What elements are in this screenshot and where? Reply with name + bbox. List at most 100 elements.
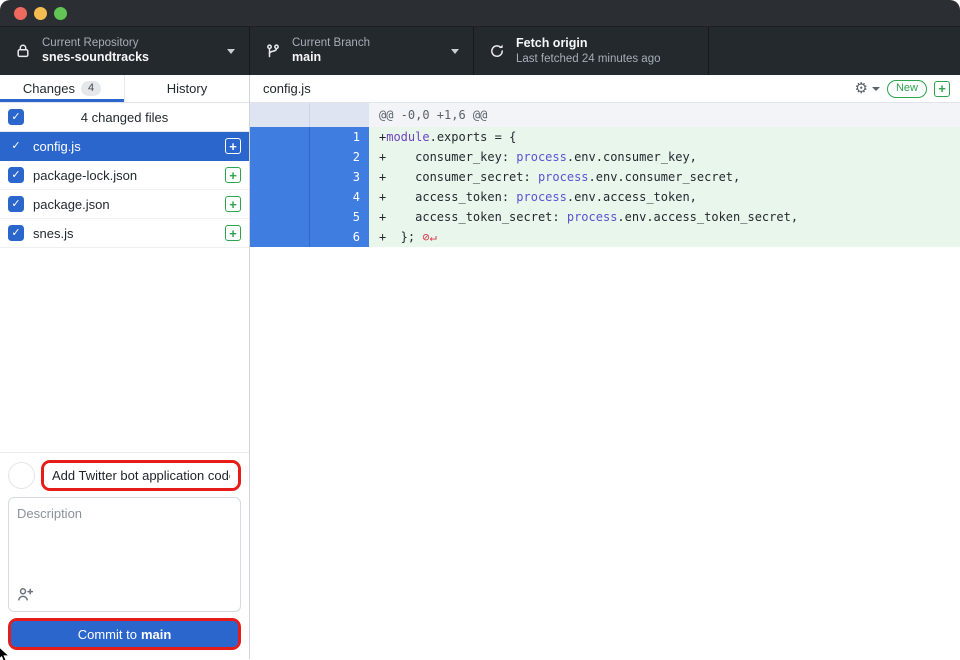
- file-row-package-lock.json[interactable]: ✓ package-lock.json+: [0, 161, 249, 190]
- main-panel: config.js ⚙ New + @@ -0,0 +1,6 @@1+modul…: [250, 75, 960, 659]
- hunk-gutter: [310, 103, 369, 127]
- diff-new-line-number[interactable]: 6: [310, 227, 369, 247]
- app-window: Current Repository snes-soundtracks Curr…: [0, 0, 960, 660]
- code-token: .env.consumer_secret,: [589, 170, 741, 184]
- diff-new-line-number[interactable]: 5: [310, 207, 369, 227]
- diff-line-2: 2+ consumer_key: process.env.consumer_ke…: [250, 147, 960, 167]
- tab-changes-label: Changes: [23, 81, 75, 96]
- diff-new-line-number[interactable]: 4: [310, 187, 369, 207]
- file-name-label: package-lock.json: [33, 168, 225, 183]
- code-token: .exports = {: [430, 130, 517, 144]
- file-checkbox[interactable]: ✓: [8, 196, 24, 212]
- code-token-kw2: process: [516, 150, 567, 164]
- minimize-button[interactable]: [34, 7, 47, 20]
- fetch-origin-button[interactable]: Fetch origin Last fetched 24 minutes ago: [474, 27, 709, 75]
- file-added-status-icon: +: [225, 225, 241, 241]
- tab-changes[interactable]: Changes 4: [0, 75, 125, 102]
- diff-line-3: 3+ consumer_secret: process.env.consumer…: [250, 167, 960, 187]
- chevron-down-icon: [872, 87, 880, 91]
- code-token: + access_token_secret:: [379, 210, 567, 224]
- branch-label: Current Branch: [292, 36, 370, 50]
- code-token: + };: [379, 230, 422, 244]
- code-token: .env.consumer_key,: [567, 150, 697, 164]
- file-checkbox[interactable]: ✓: [8, 138, 24, 154]
- code-token-kw2: process: [516, 190, 567, 204]
- diff-options-button[interactable]: ⚙: [855, 81, 880, 96]
- diff-old-line-gutter[interactable]: [250, 167, 310, 187]
- diff-hunk-header: @@ -0,0 +1,6 @@: [250, 103, 960, 127]
- file-checkbox[interactable]: ✓: [8, 225, 24, 241]
- commit-button-prefix: Commit to: [78, 627, 137, 642]
- file-list: ✓config.js+✓package-lock.json+✓package.j…: [0, 132, 249, 248]
- add-file-icon[interactable]: +: [934, 81, 950, 97]
- code-token: + consumer_key:: [379, 150, 516, 164]
- file-status-badge: New: [887, 80, 927, 98]
- sync-icon: [489, 43, 505, 59]
- repository-label: Current Repository: [42, 36, 149, 50]
- commit-button-annotation: Commit to main: [8, 618, 241, 650]
- code-token: .env.access_token_secret,: [617, 210, 798, 224]
- zoom-button[interactable]: [54, 7, 67, 20]
- file-added-status-icon: +: [225, 196, 241, 212]
- chevron-down-icon: [227, 49, 235, 54]
- repository-name: snes-soundtracks: [42, 50, 149, 66]
- diff-line-content: + access_token_secret: process.env.acces…: [369, 207, 960, 227]
- files-header-label: 4 changed files: [0, 110, 249, 125]
- file-row-config.js[interactable]: ✓ config.js+: [0, 132, 249, 161]
- diff-line-4: 4+ access_token: process.env.access_toke…: [250, 187, 960, 207]
- diff-line-content: + consumer_secret: process.env.consumer_…: [369, 167, 960, 187]
- code-token-kw: module: [386, 130, 429, 144]
- diff-view: @@ -0,0 +1,6 @@1+module.exports = {2+ co…: [250, 103, 960, 659]
- fetch-subtitle: Last fetched 24 minutes ago: [516, 52, 661, 66]
- code-token-kw2: process: [538, 170, 589, 184]
- diff-file-header: config.js ⚙ New +: [250, 75, 960, 103]
- commit-button-branch: main: [141, 627, 171, 642]
- summary-annotation: [41, 460, 241, 491]
- changed-files-panel: ✓ 4 changed files ✓config.js+✓package-lo…: [0, 103, 249, 452]
- fetch-title: Fetch origin: [516, 36, 661, 52]
- commit-form: Commit to main: [0, 452, 249, 659]
- traffic-lights: [14, 7, 67, 20]
- diff-old-line-gutter[interactable]: [250, 207, 310, 227]
- file-added-status-icon: +: [225, 138, 241, 154]
- diff-old-line-gutter[interactable]: [250, 227, 310, 247]
- files-header: ✓ 4 changed files: [0, 103, 249, 132]
- select-all-checkbox[interactable]: ✓: [8, 109, 24, 125]
- commit-description-input[interactable]: [17, 506, 232, 586]
- file-row-snes.js[interactable]: ✓ snes.js+: [0, 219, 249, 248]
- diff-line-content: + access_token: process.env.access_token…: [369, 187, 960, 207]
- diff-old-line-gutter[interactable]: [250, 147, 310, 167]
- file-name-label: config.js: [33, 139, 225, 154]
- hunk-header-text: @@ -0,0 +1,6 @@: [369, 103, 960, 127]
- file-added-status-icon: +: [225, 167, 241, 183]
- diff-new-line-number[interactable]: 2: [310, 147, 369, 167]
- code-token: + consumer_secret:: [379, 170, 538, 184]
- file-name-label: snes.js: [33, 226, 225, 241]
- avatar: [8, 462, 35, 489]
- branch-name: main: [292, 50, 370, 66]
- commit-summary-input[interactable]: [44, 463, 238, 488]
- current-branch-dropdown[interactable]: Current Branch main: [250, 27, 474, 75]
- changes-count-badge: 4: [81, 81, 101, 96]
- diff-old-line-gutter[interactable]: [250, 127, 310, 147]
- code-token-nonl: ⊘↵: [422, 230, 436, 244]
- diff-line-content: + consumer_key: process.env.consumer_key…: [369, 147, 960, 167]
- titlebar: [0, 0, 960, 27]
- diff-line-6: 6+ }; ⊘↵: [250, 227, 960, 247]
- hunk-gutter: [250, 103, 310, 127]
- file-checkbox[interactable]: ✓: [8, 167, 24, 183]
- diff-old-line-gutter[interactable]: [250, 187, 310, 207]
- mouse-cursor: [0, 646, 13, 660]
- tab-history[interactable]: History: [125, 75, 249, 102]
- add-coauthor-icon[interactable]: [17, 586, 34, 603]
- current-repository-dropdown[interactable]: Current Repository snes-soundtracks: [0, 27, 250, 75]
- diff-new-line-number[interactable]: 3: [310, 167, 369, 187]
- commit-description-box: [8, 497, 241, 612]
- file-row-package.json[interactable]: ✓package.json+: [0, 190, 249, 219]
- close-button[interactable]: [14, 7, 27, 20]
- commit-button[interactable]: Commit to main: [11, 621, 238, 647]
- diff-line-content: + }; ⊘↵: [369, 227, 960, 247]
- diff-line-5: 5+ access_token_secret: process.env.acce…: [250, 207, 960, 227]
- diff-new-line-number[interactable]: 1: [310, 127, 369, 147]
- diff-line-1: 1+module.exports = {: [250, 127, 960, 147]
